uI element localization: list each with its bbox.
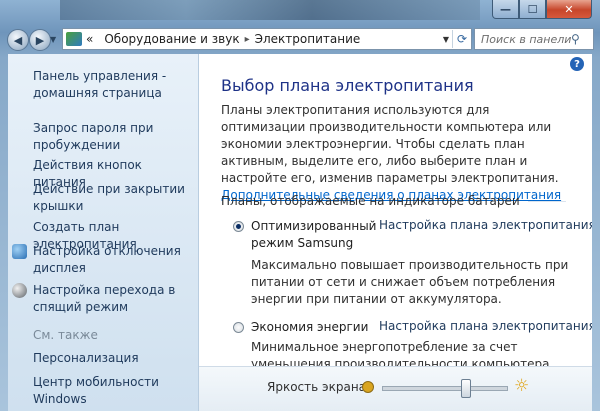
control-panel-icon	[66, 32, 82, 46]
display-off-icon	[12, 244, 27, 259]
search-input[interactable]	[481, 32, 571, 46]
description-text: Планы электропитания используются для оп…	[221, 103, 559, 185]
forward-button[interactable]: ▶	[29, 29, 51, 51]
group-header-label: Планы, отображаемые на индикаторе батаре…	[221, 194, 520, 208]
sidebar-item-display-off[interactable]: Настройка отключения дисплея	[33, 243, 195, 277]
see-also-heading: См. также	[33, 328, 98, 342]
search-box[interactable]: ⚲	[474, 28, 594, 50]
window-content: Панель управления - домашняя страница За…	[8, 54, 592, 411]
brightness-slider[interactable]	[382, 379, 508, 398]
sidebar-item-sleep[interactable]: Настройка перехода в спящий режим	[33, 282, 195, 316]
plan-radio[interactable]	[233, 221, 244, 232]
plan-description: Максимально повышает производительность …	[251, 258, 569, 306]
sidebar-item-password-on-wake[interactable]: Запрос пароля при пробуждении	[33, 120, 195, 154]
bright-sun-icon: ☼	[514, 376, 530, 396]
page-title: Выбор плана электропитания	[221, 76, 474, 95]
window-frame: — ☐ ✕ ◀ ▶ ▼ « Оборудование и звук ▸ Элек…	[0, 0, 600, 411]
brightness-bar: Яркость экрана: ☼	[199, 366, 592, 411]
breadcrumb-hardware-sound[interactable]: Оборудование и звук	[104, 32, 239, 46]
sidebar-home-link[interactable]: Панель управления - домашняя страница	[33, 68, 195, 102]
title-bar-background	[60, 0, 480, 20]
main-panel: ? Выбор плана электропитания Планы элект…	[199, 54, 592, 411]
breadcrumb-power-options[interactable]: Электропитание	[255, 32, 361, 46]
sleep-moon-icon	[12, 283, 27, 298]
help-icon[interactable]: ?	[570, 57, 584, 71]
group-divider	[527, 200, 566, 202]
refresh-icon[interactable]: ⟳	[452, 30, 471, 48]
address-bar[interactable]: « Оборудование и звук ▸ Электропитание ▼…	[62, 28, 472, 50]
search-icon[interactable]: ⚲	[571, 32, 587, 46]
brightness-slider-thumb[interactable]	[461, 379, 471, 398]
plan-name[interactable]: Оптимизированный режим Samsung	[251, 218, 381, 252]
sidebar-item-personalization[interactable]: Персонализация	[33, 350, 195, 367]
breadcrumb-arrow-icon[interactable]: ▸	[245, 34, 250, 45]
plan-name[interactable]: Экономия энергии	[251, 319, 381, 336]
forward-arrow-icon: ▶	[35, 33, 45, 47]
plan-settings-link[interactable]: Настройка плана электропитания	[379, 218, 592, 232]
plan-settings-link[interactable]: Настройка плана электропитания	[379, 319, 592, 333]
maximize-button[interactable]: ☐	[519, 0, 546, 19]
breadcrumb-overflow[interactable]: «	[86, 32, 93, 46]
dim-sun-icon	[362, 381, 374, 393]
sidebar: Панель управления - домашняя страница За…	[8, 54, 199, 411]
sidebar-item-lid-close[interactable]: Действие при закрытии крышки	[33, 181, 195, 215]
plans-group-header: Планы, отображаемые на индикаторе батаре…	[221, 194, 566, 208]
page-description: Планы электропитания используются для оп…	[221, 102, 571, 204]
brightness-label: Яркость экрана:	[267, 380, 371, 394]
minimize-button[interactable]: —	[492, 0, 519, 19]
close-button[interactable]: ✕	[546, 0, 592, 19]
back-arrow-icon: ◀	[13, 33, 23, 47]
plan-radio[interactable]	[233, 322, 244, 333]
back-button[interactable]: ◀	[7, 29, 29, 51]
sidebar-item-mobility-center[interactable]: Центр мобильности Windows	[33, 374, 195, 408]
recent-pages-dropdown-icon[interactable]: ▼	[50, 35, 58, 44]
address-dropdown-icon[interactable]: ▼	[440, 35, 452, 44]
window-controls: — ☐ ✕	[492, 0, 592, 19]
navigation-bar: ◀ ▶ ▼ « Оборудование и звук ▸ Электропит…	[0, 26, 600, 52]
